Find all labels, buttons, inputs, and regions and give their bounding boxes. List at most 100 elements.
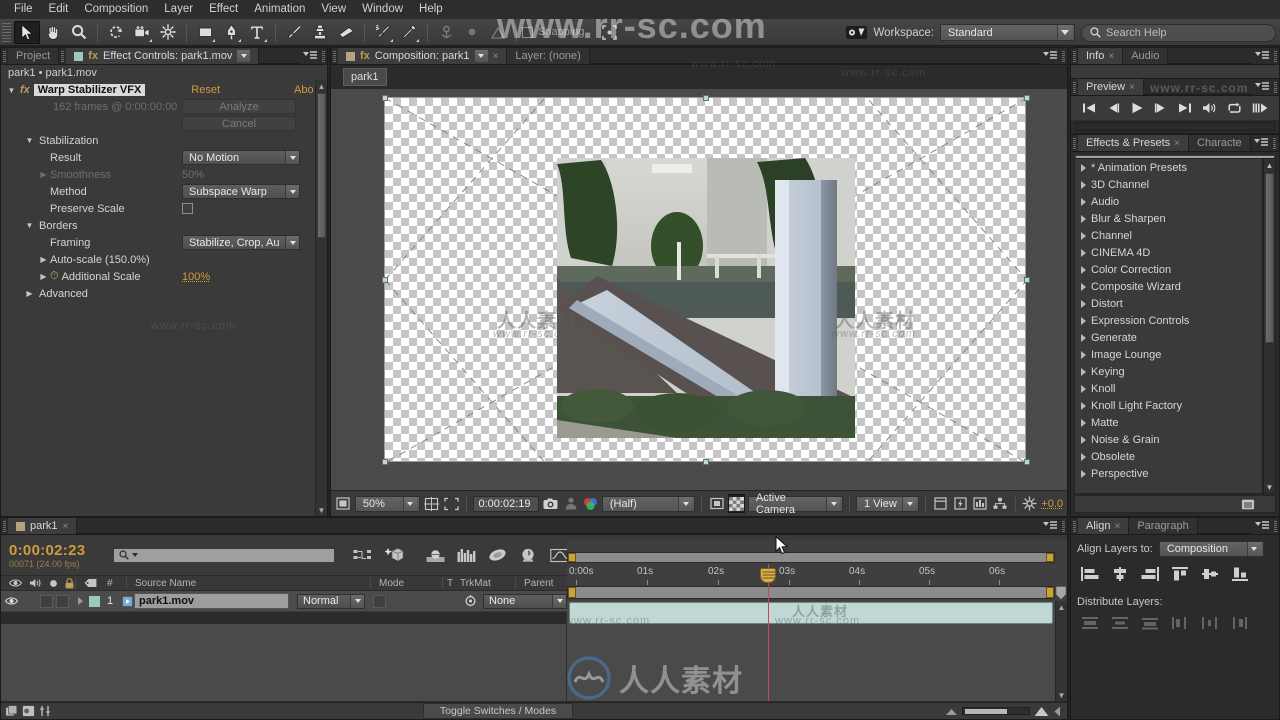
twirl-right-icon[interactable] <box>1081 452 1086 461</box>
twirl-right-icon[interactable] <box>1081 231 1086 240</box>
comp-mini-flowchart-icon[interactable] <box>5 705 18 717</box>
layer-visibility-toggle[interactable] <box>1 596 21 606</box>
scroll-up-icon[interactable]: ▲ <box>316 80 327 92</box>
eraser-tool[interactable] <box>333 21 359 44</box>
panel-grip-right[interactable] <box>320 48 327 64</box>
list-item[interactable]: Channel <box>1075 227 1262 244</box>
align-target-select[interactable]: Composition <box>1158 541 1264 557</box>
layer-source-name[interactable]: park1.mov <box>134 593 289 609</box>
panel-menu-icon[interactable] <box>1251 135 1271 151</box>
result-dropdown[interactable]: No Motion <box>182 150 300 165</box>
menu-item-help[interactable]: Help <box>411 0 451 19</box>
panel-menu-icon[interactable] <box>1252 79 1272 95</box>
pan-behind-tool[interactable] <box>155 21 181 44</box>
selection-handle-br[interactable] <box>1024 459 1030 465</box>
analyze-button[interactable]: Analyze <box>182 99 296 114</box>
twirl-right-icon[interactable] <box>1081 248 1086 257</box>
tab-layer[interactable]: Layer: (none) <box>507 48 590 64</box>
layer-solo-switch[interactable] <box>40 594 53 608</box>
align-right-icon[interactable] <box>1137 564 1162 584</box>
current-timecode[interactable]: 0:00:02:23 <box>9 542 113 559</box>
tab-effect-controls[interactable]: fx Effect Controls: park1.mov <box>66 48 260 64</box>
list-item[interactable]: CINEMA 4D <box>1075 244 1262 261</box>
camera-tool[interactable] <box>129 21 155 44</box>
align-vertical-center-icon[interactable] <box>1197 564 1222 584</box>
audio-speaker-icon[interactable] <box>29 578 42 588</box>
panel-grip[interactable] <box>1 48 8 64</box>
comp-flowchart-view-icon[interactable] <box>992 494 1009 513</box>
selection-handle-bl[interactable] <box>382 459 388 465</box>
tab-audio[interactable]: Audio <box>1123 48 1169 64</box>
about-link[interactable]: Abo <box>294 84 314 96</box>
chevron-down-icon[interactable] <box>237 50 251 62</box>
tab-divider-grip[interactable] <box>59 48 66 64</box>
hand-tool[interactable] <box>40 21 66 44</box>
align-bottom-icon[interactable] <box>1227 564 1252 584</box>
comp-marker-icon[interactable] <box>1055 586 1067 600</box>
work-area-start-handle[interactable] <box>568 553 576 562</box>
smoothness-twirl-icon[interactable]: ▶ <box>39 170 48 179</box>
tab-composition[interactable]: fx Composition: park1 × <box>338 48 508 64</box>
menu-item-view[interactable]: View <box>313 0 354 19</box>
mask-dot-icon[interactable] <box>459 21 485 44</box>
tab-preview[interactable]: Preview × <box>1078 79 1144 95</box>
list-item[interactable]: Blur & Sharpen <box>1075 210 1262 227</box>
effect-controls-scrollbar[interactable]: ▲ ▼ <box>315 80 327 516</box>
current-time-indicator-head[interactable] <box>760 568 776 583</box>
column-trkmat[interactable]: TrkMat <box>455 578 515 589</box>
composition-stage[interactable]: 人人素材 www.rr-sc.com 人人素材 www.rr-sc.com 人人… <box>331 67 1067 490</box>
twirl-right-icon[interactable] <box>1081 401 1086 410</box>
group-stabilization[interactable]: ▼ Stabilization <box>1 132 327 149</box>
layer-duration-bar[interactable] <box>569 602 1053 624</box>
group-twirl-icon[interactable]: ▼ <box>25 136 34 145</box>
close-icon[interactable]: × <box>1108 51 1114 62</box>
preserve-scale-checkbox[interactable] <box>182 203 193 214</box>
tab-align[interactable]: Align × <box>1078 518 1130 534</box>
exposure-value[interactable]: +0.0 <box>1041 498 1063 510</box>
workspace-select[interactable]: Standard <box>940 24 1075 41</box>
play-button[interactable] <box>1130 102 1144 114</box>
menu-item-edit[interactable]: Edit <box>41 0 77 19</box>
chevron-down-icon[interactable] <box>132 553 138 557</box>
shape-tool[interactable] <box>192 21 218 44</box>
zoom-out-icon[interactable] <box>945 707 958 716</box>
panel-grip[interactable] <box>1 518 8 534</box>
zoom-tool[interactable] <box>66 21 92 44</box>
next-frame-button[interactable] <box>1154 102 1168 114</box>
panel-grip[interactable] <box>1071 518 1078 534</box>
distribute-horizontal-center-icon[interactable] <box>1197 613 1222 633</box>
panel-grip-right[interactable] <box>1060 518 1067 534</box>
brush-tool[interactable] <box>281 21 307 44</box>
toggle-switches-modes-button[interactable]: Toggle Switches / Modes <box>422 703 574 719</box>
video-eye-icon[interactable] <box>9 578 22 588</box>
rotation-tool[interactable] <box>103 21 129 44</box>
timeline-track-area[interactable]: 人人素材 www.rr-sc.com www.rr-sc.com 人人素材 <box>565 601 1055 701</box>
first-frame-button[interactable] <box>1082 102 1096 114</box>
twirl-right-icon[interactable] <box>1081 367 1086 376</box>
twirl-right-icon[interactable] <box>1081 418 1086 427</box>
panel-grip[interactable] <box>1071 135 1078 151</box>
list-item[interactable]: Generate <box>1075 329 1262 346</box>
list-item[interactable]: Distort <box>1075 295 1262 312</box>
list-item[interactable]: Knoll <box>1075 380 1262 397</box>
twirl-right-icon[interactable] <box>1081 350 1086 359</box>
views-select[interactable]: 1 View <box>855 495 920 512</box>
list-item[interactable]: Knoll Light Factory <box>1075 397 1262 414</box>
layer-lock-switch[interactable] <box>56 594 69 608</box>
time-ruler[interactable]: 0:00s 01s 02s 03s 04s 05s 06s <box>567 563 1055 585</box>
menu-item-animation[interactable]: Animation <box>246 0 313 19</box>
comp-flowchart-icon[interactable] <box>335 494 352 513</box>
switches-modes-icon[interactable] <box>22 705 35 717</box>
timeline-jump-icon[interactable] <box>972 494 989 513</box>
scroll-up-icon[interactable]: ▲ <box>1264 159 1275 171</box>
selection-handle-bc[interactable] <box>703 459 709 465</box>
distribute-bottom-icon[interactable] <box>1137 613 1162 633</box>
layer-twirl-icon[interactable] <box>73 597 87 605</box>
distribute-right-icon[interactable] <box>1227 613 1252 633</box>
group-twirl-icon[interactable]: ▼ <box>25 221 34 230</box>
tab-timeline-comp[interactable]: park1 × <box>8 518 78 534</box>
method-dropdown[interactable]: Subspace Warp <box>182 184 300 199</box>
list-item[interactable]: Expression Controls <box>1075 312 1262 329</box>
scroll-down-icon[interactable]: ▼ <box>1056 689 1067 701</box>
timeline-vertical-scrollbar[interactable]: ▲ ▼ <box>1055 601 1067 701</box>
